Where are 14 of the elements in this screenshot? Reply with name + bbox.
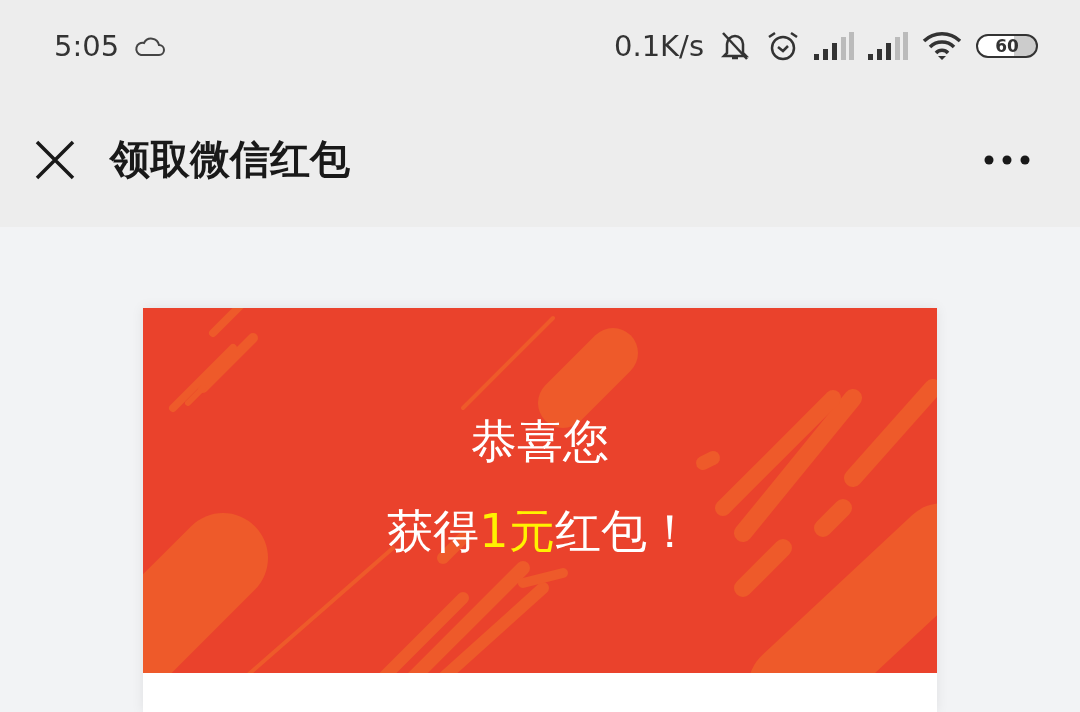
clock-time: 5:05 xyxy=(54,29,120,63)
wifi-icon xyxy=(922,31,962,61)
prize-message: 获得1元红包！ xyxy=(387,503,693,560)
alarm-clock-icon xyxy=(766,30,800,62)
battery-indicator: 60 xyxy=(976,34,1038,58)
signal-icon xyxy=(868,32,908,60)
more-button[interactable] xyxy=(984,154,1030,165)
close-icon xyxy=(34,138,76,181)
more-icon xyxy=(984,154,1030,165)
network-speed: 0.1K/s xyxy=(613,29,704,63)
page-title: 领取微信红包 xyxy=(110,135,351,184)
close-button[interactable] xyxy=(34,138,76,181)
congrats-heading: 恭喜您 xyxy=(471,413,609,470)
signal-icon xyxy=(814,32,854,60)
